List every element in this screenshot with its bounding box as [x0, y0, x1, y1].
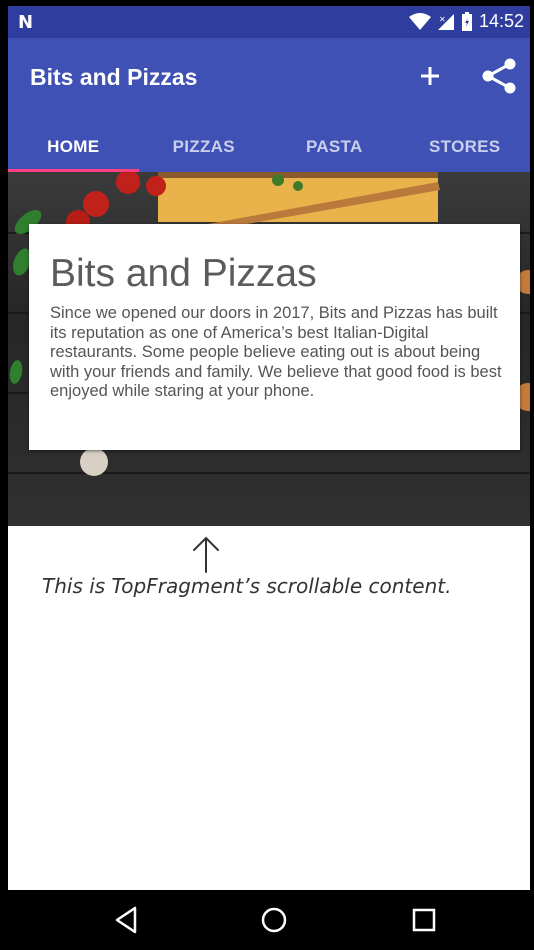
wifi-icon — [408, 12, 431, 30]
card-heading: Bits and Pizzas — [50, 252, 317, 295]
hero-image: Bits and Pizzas Since we opened our door… — [8, 172, 530, 526]
status-icons: ✕ 14:52 — [408, 11, 524, 32]
up-arrow-icon — [193, 536, 219, 573]
plus-icon — [421, 67, 439, 85]
navigation-bar — [8, 890, 530, 950]
battery-icon — [461, 11, 472, 31]
recents-button[interactable] — [406, 902, 442, 938]
intro-card: Bits and Pizzas Since we opened our door… — [29, 224, 520, 450]
svg-text:✕: ✕ — [439, 15, 446, 24]
tab-bar: HOME PIZZAS PASTA STORES — [8, 124, 530, 172]
card-body: Since we opened our doors in 2017, Bits … — [50, 304, 502, 400]
tab-stores[interactable]: STORES — [400, 124, 531, 172]
garlic — [80, 448, 108, 476]
clock: 14:52 — [478, 11, 524, 31]
tab-home[interactable]: HOME — [8, 124, 139, 172]
back-button[interactable] — [109, 902, 145, 938]
scrollable-content-area[interactable]: This is TopFragment’s scrollable content… — [8, 526, 530, 890]
annotation-text: This is TopFragment’s scrollable content… — [42, 574, 452, 598]
phone-screen: N ✕ 14:52 Bits and Pizzas HOME PIZZAS PA… — [0, 0, 534, 950]
status-bar: N ✕ 14:52 — [8, 6, 530, 38]
app-title: Bits and Pizzas — [30, 64, 198, 90]
tab-pizzas[interactable]: PIZZAS — [139, 124, 270, 172]
n-logo-icon: N — [18, 12, 34, 33]
back-triangle-icon — [115, 906, 137, 934]
home-circle-icon — [261, 907, 287, 933]
recents-square-icon — [412, 908, 436, 932]
home-button[interactable] — [256, 902, 292, 938]
tab-pasta[interactable]: PASTA — [269, 124, 400, 172]
signal-icon: ✕ — [437, 13, 454, 30]
share-button[interactable] — [480, 56, 520, 96]
app-bar: Bits and Pizzas HOME PIZZAS PASTA STORES — [8, 38, 530, 172]
tomato — [116, 172, 140, 194]
share-icon — [482, 58, 516, 94]
add-button[interactable] — [412, 58, 448, 94]
